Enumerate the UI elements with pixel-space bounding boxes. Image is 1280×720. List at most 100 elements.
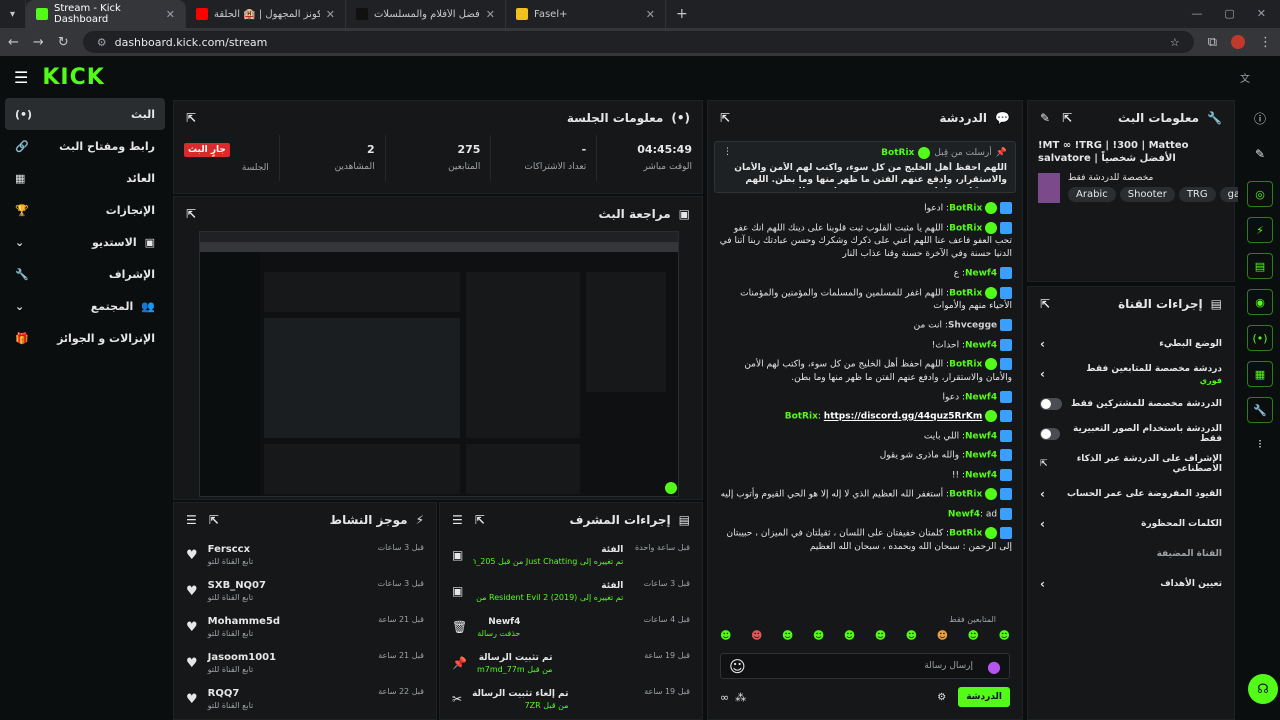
chat-username[interactable]: BotRix xyxy=(949,204,982,214)
chat-username[interactable]: BotRix xyxy=(949,490,982,500)
microphone-icon[interactable]: ● xyxy=(987,657,1001,676)
emote-7[interactable]: ☻ xyxy=(906,629,917,642)
filter-icon[interactable]: ☰ xyxy=(452,513,463,527)
channel-action-item[interactable]: تعيين الأهداف › xyxy=(1028,569,1234,599)
mod-action-item[interactable]: 📌 تم تثبيت الرسالة من قبل m7md_77m قبل 19 س… xyxy=(440,645,702,681)
popout-icon[interactable]: ⇱ xyxy=(475,513,485,527)
maximize-icon[interactable]: ▢ xyxy=(1224,7,1234,20)
chat-username[interactable]: BotRix xyxy=(949,360,982,370)
tab-kick-dashboard[interactable]: Stream - Kick Dashboard ✕ xyxy=(26,0,186,28)
channel-action-item[interactable]: الدردشة مخصصة للمشتركين فقط xyxy=(1028,389,1234,419)
popout-icon[interactable]: ⇱ xyxy=(720,111,730,125)
chat-message[interactable]: Shvcegge: انت من xyxy=(708,316,1022,336)
chat-username[interactable]: Newf4 xyxy=(965,431,997,441)
activity-item[interactable]: ♥ Jasoom1001 تابع القناة للتو قبل 21 ساعة xyxy=(174,645,436,681)
tools-icon[interactable]: 🔧 xyxy=(1247,397,1273,423)
sidebar-item-community[interactable]: 👥 المجتمع ⌄ xyxy=(5,290,165,322)
extensions-icon[interactable]: ⧉ xyxy=(1208,35,1217,50)
chat-message[interactable]: BotRix: كلمتان خفيفتان على اللسان ، ثقيل… xyxy=(708,524,1022,557)
pinned-message[interactable]: 📌 أرسلت من قِبل BotRix ⋮ اللهم احفظ أهل ال… xyxy=(714,141,1016,193)
close-window-icon[interactable]: ✕ xyxy=(1257,7,1266,20)
popout-icon[interactable]: ⇱ xyxy=(1040,297,1050,311)
chat-message[interactable]: BotRix: اللهم اغفر للمسلمين والمسلمات وا… xyxy=(708,284,1022,317)
kick-logo[interactable]: KICK xyxy=(42,65,104,90)
chat-message[interactable]: BotRix: ادعوا xyxy=(708,199,1022,219)
channel-action-item[interactable]: دردشة مخصصة للمتابعين فقط فوري › xyxy=(1028,359,1234,389)
new-tab-button[interactable]: + xyxy=(666,0,698,28)
chat-message[interactable]: BotRix: اللهم يا مثبت القلوب ثبت قلوبنا … xyxy=(708,219,1022,265)
popout-icon[interactable]: ⇱ xyxy=(186,111,196,125)
sidebar-item-achievements[interactable]: الإنجازات 🏆 xyxy=(5,194,165,226)
activity-item[interactable]: ♥ Fersccx تابع القناة للتو قبل 3 ساعات xyxy=(174,537,436,573)
back-icon[interactable]: ← xyxy=(8,35,19,50)
site-info-icon[interactable]: ⚙ xyxy=(97,36,107,49)
chat-username[interactable]: BotRix xyxy=(949,529,982,539)
notes-icon[interactable]: ▤ xyxy=(1247,253,1273,279)
layout-icon[interactable]: ▦ xyxy=(1247,361,1273,387)
tag[interactable]: gamir xyxy=(1219,187,1238,202)
chat-message[interactable]: Newf4: احداث! xyxy=(708,336,1022,356)
mod-action-item[interactable]: ✂ تم إلغاء تثبيت الرسالة من قبل 7ZR قبل 19 … xyxy=(440,681,702,717)
chat-username[interactable]: Newf4 xyxy=(965,269,997,279)
channel-action-item[interactable]: الوضع البطيء › xyxy=(1028,329,1234,359)
sidebar-item-revenue[interactable]: العائد ▦ xyxy=(5,162,165,194)
activity-item[interactable]: ♥ SXB_NQ07 تابع القناة للتو قبل 3 ساعات xyxy=(174,573,436,609)
chat-message[interactable]: Newf4: والله ماذرى شو يقول xyxy=(708,446,1022,466)
browser-menu-icon[interactable]: ⋮ xyxy=(1259,35,1272,50)
broadcast-icon[interactable]: (•) xyxy=(1247,325,1273,351)
tab-fasel[interactable]: Fasel+ ✕ xyxy=(506,0,666,28)
chat-username[interactable]: Newf4 xyxy=(948,509,980,519)
sidebar-item-moderation[interactable]: الإشراف 🔧 xyxy=(5,258,165,290)
more-icon[interactable]: ⁝ xyxy=(1240,437,1280,451)
chat-message[interactable]: Newf4: ad xyxy=(708,505,1022,525)
tab-youtube[interactable]: فندق فالكونز المجهول | 🏨 الحلقة ✕ xyxy=(186,0,346,28)
mod-action-item[interactable]: ▣ الفئة تم تغييره إلى Resident Evil 2 (201… xyxy=(440,573,702,609)
channel-action-item[interactable]: الإشراف على الدردشة عبر الذكاء الاصطناعي… xyxy=(1028,449,1234,479)
bookmark-star-icon[interactable]: ☆ xyxy=(1170,36,1180,49)
info-icon[interactable]: ⓘ xyxy=(1240,110,1280,127)
chat-message[interactable]: BotRix: اللهم احفظ أهل الخليج من كل سوء،… xyxy=(708,355,1022,388)
emote-10[interactable]: ☻ xyxy=(998,629,1009,642)
emote-3[interactable]: ☻ xyxy=(782,629,793,642)
chat-username[interactable]: Newf4 xyxy=(965,470,997,480)
toggle-switch[interactable] xyxy=(1040,398,1062,410)
chat-username[interactable]: Newf4 xyxy=(965,340,997,350)
chat-username[interactable]: Shvcegge xyxy=(948,321,997,331)
chat-message[interactable]: Newf4: !! xyxy=(708,466,1022,486)
support-icon[interactable]: ☊ xyxy=(1248,674,1278,704)
emote-2[interactable]: ☻ xyxy=(751,629,762,642)
chat-message[interactable]: Newf4: دعوا xyxy=(708,388,1022,408)
mod-action-item[interactable]: 🗑 Newf4 حذفت رسالة قبل 4 ساعات xyxy=(440,609,702,645)
chat-username[interactable]: BotRix xyxy=(785,412,818,422)
emote-6[interactable]: ☻ xyxy=(875,629,886,642)
flash-icon[interactable]: ⚡ xyxy=(1247,217,1273,243)
emote-4[interactable]: ☻ xyxy=(813,629,824,642)
tab-list-button[interactable]: ▾ xyxy=(0,0,26,28)
close-tab-icon[interactable]: ✕ xyxy=(166,8,175,21)
activity-item[interactable]: ♥ Mohamme5d تابع القناة للتو قبل 21 ساعة xyxy=(174,609,436,645)
clip-icon[interactable]: ◎ xyxy=(1247,181,1273,207)
language-icon[interactable]: 文 xyxy=(1240,70,1250,85)
edit-pencil-icon[interactable]: ✎ xyxy=(1040,111,1050,125)
popout-icon[interactable]: ⇱ xyxy=(1062,111,1072,125)
sidebar-item-stream-key[interactable]: رابط ومفتاح البث 🔗 xyxy=(5,130,165,162)
chat-message[interactable]: BotRix: أستغفر الله العظيم الذي لا إله إ… xyxy=(708,485,1022,505)
popout-icon[interactable]: ⇱ xyxy=(186,207,196,221)
reload-icon[interactable]: ↻ xyxy=(58,35,69,50)
toggle-switch[interactable] xyxy=(1040,428,1061,440)
chat-username[interactable]: BotRix xyxy=(949,288,982,298)
send-chat-button[interactable]: الدردشة xyxy=(958,687,1010,707)
activity-item[interactable]: ♥ RQQ7 تابع القناة للتو قبل 22 ساعة xyxy=(174,681,436,717)
infinity-icon[interactable]: ∞ xyxy=(720,691,729,704)
tag[interactable]: Arabic xyxy=(1068,187,1116,202)
emote-8[interactable]: ☻ xyxy=(937,629,948,642)
hamburger-menu-icon[interactable]: ☰ xyxy=(14,68,28,87)
sidebar-item-drops[interactable]: الإنزالات و الجوائز 🎁 xyxy=(5,322,165,354)
chat-message[interactable]: Newf4: اللي بايت xyxy=(708,427,1022,447)
close-tab-icon[interactable]: ✕ xyxy=(326,8,335,21)
channel-action-item[interactable]: الكلمات المحظورة › xyxy=(1028,509,1234,539)
share-icon[interactable]: ⁂ xyxy=(735,691,746,704)
channel-action-item[interactable]: القيود المفروضة على عمر الحساب › xyxy=(1028,479,1234,509)
emoji-icon[interactable]: ☺ xyxy=(729,657,746,676)
mod-action-item[interactable]: ▣ الفئة تم تغييره إلى Just Chatting من قبل… xyxy=(440,537,702,573)
